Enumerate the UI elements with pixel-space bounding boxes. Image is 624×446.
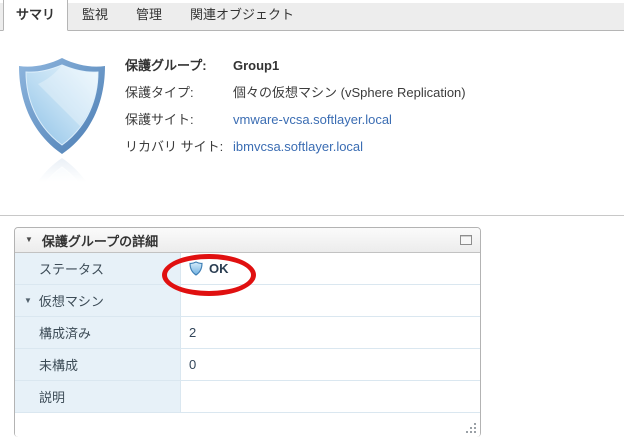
recovery-site-link[interactable]: ibmvcsa.softlayer.local [233,138,363,156]
protection-group-details-panel: ▼ 保護グループの詳細 ステータス OK ▼ 仮想マシン 構成済み 2 未構成 … [14,227,481,437]
field-label: リカバリ サイト: [125,139,224,154]
tab-monitor[interactable]: 監視 [68,0,122,30]
not-configured-value: 0 [189,357,197,372]
field-label: 保護グループ: [125,58,207,73]
configured-label: 構成済み [15,317,181,348]
configured-value: 2 [189,325,197,340]
srm-summary-page: サマリ 監視 管理 関連オブジェクト 保護グループ: Group1 保護タイプ:… [0,0,624,446]
expand-triangle-icon[interactable]: ▼ [24,296,32,305]
virtual-machines-label: 仮想マシン [38,294,104,309]
panel-header[interactable]: ▼ 保護グループの詳細 [15,228,480,253]
status-value: OK [181,253,480,284]
field-recovery-site: リカバリ サイト: ibmvcsa.softlayer.local [125,138,466,156]
row-not-configured: 未構成 0 [15,349,480,381]
section-divider [0,215,624,216]
tab-bar: サマリ 監視 管理 関連オブジェクト [0,0,624,31]
status-ok-shield-icon [189,261,203,276]
tab-manage[interactable]: 管理 [122,0,176,30]
tab-related-objects[interactable]: 関連オブジェクト [176,0,308,30]
field-protection-type: 保護タイプ: 個々の仮想マシン (vSphere Replication) [125,84,466,102]
field-label: 保護サイト: [125,112,194,127]
description-value [181,381,480,412]
virtual-machines-value [181,285,480,316]
panel-title: 保護グループの詳細 [41,233,159,249]
virtual-machines-section[interactable]: ▼ 仮想マシン [15,285,181,316]
resize-grip-icon[interactable] [466,423,477,434]
field-protected-site: 保護サイト: vmware-vcsa.softlayer.local [125,111,466,129]
summary-fields: 保護グループ: Group1 保護タイプ: 個々の仮想マシン (vSphere … [125,57,466,165]
collapse-triangle-icon[interactable]: ▼ [25,236,33,244]
protection-group-name: Group1 [233,58,280,73]
row-description: 説明 [15,381,480,413]
row-virtual-machines: ▼ 仮想マシン [15,285,480,317]
maximize-icon[interactable] [460,235,472,245]
field-label: 保護タイプ: [125,85,194,100]
field-protection-group: 保護グループ: Group1 [125,57,466,75]
status-label: ステータス [15,253,181,284]
row-status: ステータス OK [15,253,480,285]
description-label: 説明 [15,381,181,412]
not-configured-label: 未構成 [15,349,181,380]
tab-summary[interactable]: サマリ [3,0,69,31]
row-configured: 構成済み 2 [15,317,480,349]
panel-footer [15,413,480,437]
protection-type-value: 個々の仮想マシン (vSphere Replication) [233,85,466,100]
protection-group-shield-icon [16,56,108,255]
status-text: OK [209,261,229,276]
protected-site-link[interactable]: vmware-vcsa.softlayer.local [233,111,392,129]
